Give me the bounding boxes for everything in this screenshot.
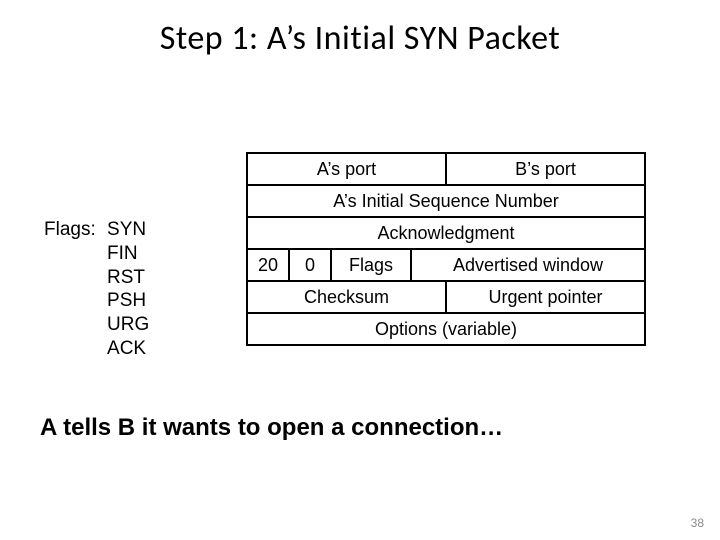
tcp-header-diagram: A’s port B’s port A’s Initial Sequence N… — [246, 152, 646, 346]
page-title: Step 1: A’s Initial SYN Packet — [0, 0, 720, 59]
field-advertised-window: Advertised window — [411, 249, 645, 281]
caption-text: A tells B it wants to open a connection… — [40, 414, 503, 442]
flag-rst: RST — [107, 266, 149, 290]
field-dest-port: B’s port — [446, 153, 645, 185]
field-options: Options (variable) — [247, 313, 645, 345]
flags-label: Flags: — [44, 218, 96, 242]
field-flags: Flags — [331, 249, 411, 281]
flag-psh: PSH — [107, 289, 149, 313]
flags-list: SYN FIN RST PSH URG ACK — [107, 218, 149, 361]
field-reserved: 0 — [289, 249, 331, 281]
field-urgent-pointer: Urgent pointer — [446, 281, 645, 313]
flag-urg: URG — [107, 313, 149, 337]
flag-syn: SYN — [107, 218, 149, 242]
field-source-port: A’s port — [247, 153, 446, 185]
flags-block: Flags: SYN FIN RST PSH URG ACK — [44, 218, 149, 361]
field-header-length: 20 — [247, 249, 289, 281]
flag-ack: ACK — [107, 337, 149, 361]
page-number: 38 — [691, 516, 704, 530]
field-checksum: Checksum — [247, 281, 446, 313]
field-acknowledgment: Acknowledgment — [247, 217, 645, 249]
field-sequence-number: A’s Initial Sequence Number — [247, 185, 645, 217]
flag-fin: FIN — [107, 242, 149, 266]
